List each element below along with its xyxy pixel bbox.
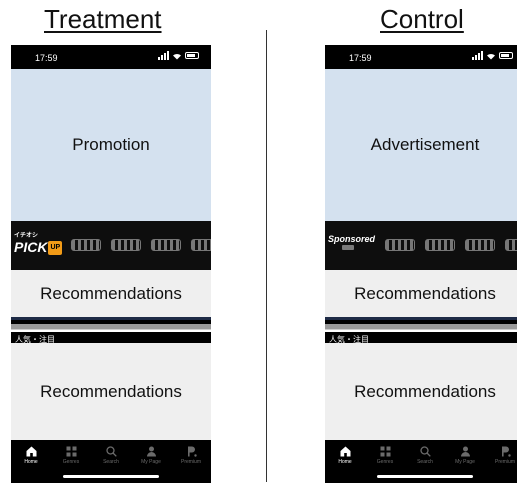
search-icon — [419, 445, 431, 457]
pick-up-main-text: PICK — [14, 239, 48, 255]
status-time: 17:59 — [35, 53, 58, 63]
signal-icon — [472, 51, 483, 60]
battery-icon — [185, 52, 199, 59]
tab-premium-label: Premium — [494, 459, 515, 465]
pick-up-badge: UP — [48, 241, 63, 256]
tab-search-label: Search — [417, 459, 433, 465]
person-icon — [146, 446, 156, 456]
tab-my-page-label: My Page — [141, 459, 161, 465]
tab-genres[interactable]: Genres — [367, 445, 403, 465]
treatment-heading: Treatment — [44, 4, 162, 34]
special-channel-logo[interactable] — [151, 239, 181, 251]
recommendations-top[interactable]: Recommendations — [11, 270, 211, 317]
treatment-phone: 17:59 Promotion イチオシ PICK UP Recommendati… — [11, 45, 211, 483]
tab-premium-label: Premium — [180, 459, 201, 465]
status-bar: 17:59 — [325, 45, 517, 69]
extra-channel-logo[interactable] — [191, 239, 211, 251]
tab-home[interactable]: Home — [13, 445, 49, 465]
signal-icon — [158, 51, 169, 60]
tab-my-page[interactable]: My Page — [447, 445, 483, 465]
anime2-channel-logo[interactable] — [425, 239, 455, 251]
status-bar: 17:59 — [11, 45, 211, 69]
tab-premium[interactable]: Premium — [487, 445, 517, 465]
tab-home[interactable]: Home — [327, 445, 363, 465]
wifi-icon — [173, 53, 181, 59]
battery-icon — [499, 52, 513, 59]
status-time: 17:59 — [349, 53, 372, 63]
tab-premium[interactable]: Premium — [173, 445, 209, 465]
tab-home-label: Home — [338, 459, 352, 465]
sponsored-channel[interactable]: Sponsored — [328, 234, 376, 275]
center-divider — [266, 30, 267, 482]
extra-channel-logo[interactable] — [505, 239, 517, 251]
person-icon — [460, 446, 470, 456]
tab-search[interactable]: Search — [407, 445, 443, 465]
tab-my-page[interactable]: My Page — [133, 445, 169, 465]
anime2-channel-logo[interactable] — [111, 239, 141, 251]
recommendations-top[interactable]: Recommendations — [325, 270, 517, 317]
anime-channel-logo[interactable] — [71, 239, 101, 251]
sponsored-text: Sponsored — [328, 234, 376, 244]
control-phone: 17:59 Advertisement Sponsored Recommenda… — [325, 45, 517, 483]
tab-search-label: Search — [103, 459, 119, 465]
tab-genres-label: Genres — [376, 459, 394, 465]
premium-icon — [501, 446, 511, 457]
advertisement-banner[interactable]: Advertisement — [325, 69, 517, 221]
channel-bar: イチオシ PICK UP — [11, 221, 211, 270]
grid-icon — [66, 446, 76, 456]
home-icon — [26, 446, 36, 456]
grid-icon — [380, 446, 390, 456]
pick-up-channel[interactable]: イチオシ PICK UP — [14, 233, 63, 256]
promotion-banner[interactable]: Promotion — [11, 69, 211, 221]
premium-icon — [187, 446, 197, 457]
search-icon — [105, 445, 117, 457]
wifi-icon — [487, 53, 495, 59]
control-heading: Control — [380, 4, 464, 34]
anime-channel-logo[interactable] — [385, 239, 415, 251]
recommendations-bottom[interactable]: Recommendations — [325, 343, 517, 440]
special-channel-logo[interactable] — [465, 239, 495, 251]
tab-genres-label: Genres — [62, 459, 80, 465]
sponsored-ad-badge — [342, 245, 354, 250]
tab-genres[interactable]: Genres — [53, 445, 89, 465]
home-icon — [340, 446, 350, 456]
home-indicator — [377, 475, 473, 478]
tab-search[interactable]: Search — [93, 445, 129, 465]
channel-bar: Sponsored — [325, 221, 517, 275]
home-indicator — [63, 475, 159, 478]
recommendations-bottom[interactable]: Recommendations — [11, 343, 211, 440]
tab-my-page-label: My Page — [455, 459, 475, 465]
tab-home-label: Home — [24, 459, 38, 465]
